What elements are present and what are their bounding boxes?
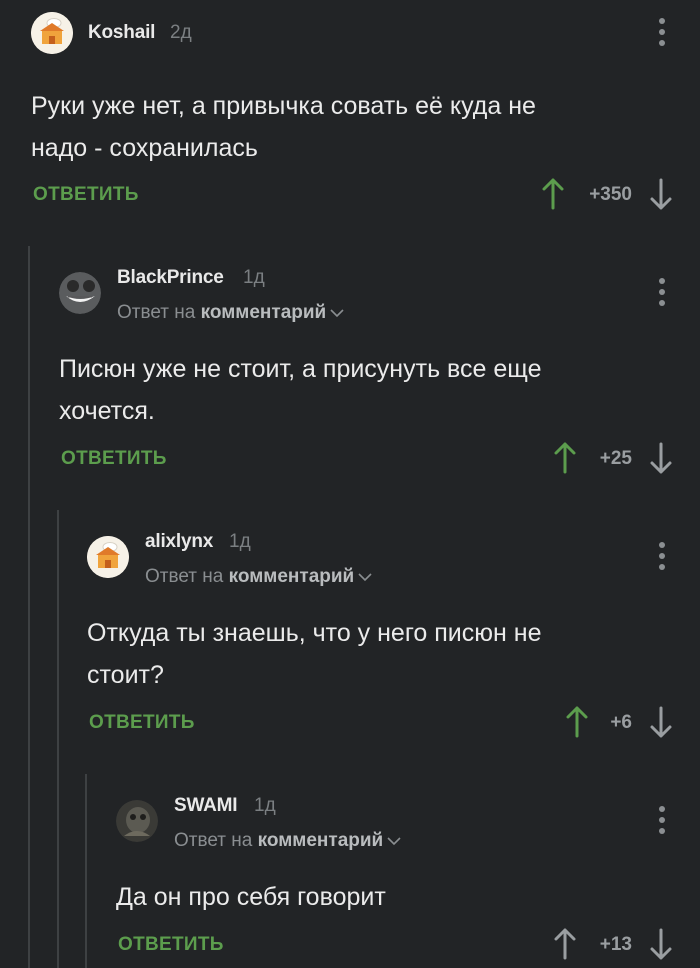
arrow-up-icon[interactable] bbox=[564, 704, 590, 740]
reply-button[interactable]: ОТВЕТИТЬ bbox=[118, 934, 224, 956]
reply-button[interactable]: ОТВЕТИТЬ bbox=[61, 448, 167, 470]
comment-rating: +350 bbox=[536, 176, 676, 216]
chevron-down-icon[interactable] bbox=[330, 302, 344, 324]
reply-to-link[interactable]: Ответ на комментарий bbox=[174, 830, 401, 852]
comment-text-line: Да он про себя говорит bbox=[116, 883, 386, 911]
comment-text-line: стоит? bbox=[87, 661, 164, 689]
comment-swami: SWAMI 1д Ответ на комментарий Да он про … bbox=[0, 790, 700, 968]
comment-time: 1д bbox=[254, 795, 276, 816]
comment-blackprince: BlackPrince 1д Ответ на комментарий Писю… bbox=[0, 262, 700, 492]
chef-house-avatar[interactable] bbox=[87, 536, 129, 578]
chevron-down-icon[interactable] bbox=[358, 566, 372, 588]
score-value: +25 bbox=[599, 448, 632, 469]
reply-to-prefix: Ответ на bbox=[145, 566, 224, 588]
reply-button[interactable]: ОТВЕТИТЬ bbox=[89, 712, 195, 734]
dark-photo-avatar[interactable] bbox=[116, 800, 158, 842]
comment-author[interactable]: BlackPrince bbox=[117, 267, 224, 289]
chevron-down-icon[interactable] bbox=[387, 830, 401, 852]
comment-text-line: Руки уже нет, а привычка совать её куда … bbox=[31, 92, 536, 120]
comment-author[interactable]: SWAMI bbox=[174, 795, 238, 817]
comment-rating: +25 bbox=[536, 440, 676, 480]
more-menu-icon[interactable] bbox=[654, 542, 670, 574]
arrow-down-icon[interactable] bbox=[648, 176, 674, 212]
comment-text-line: Писюн уже не стоит, а присунуть все еще bbox=[59, 355, 542, 383]
reply-to-link[interactable]: Ответ на комментарий bbox=[145, 566, 372, 588]
reply-to-target[interactable]: комментарий bbox=[229, 566, 355, 587]
arrow-down-icon[interactable] bbox=[648, 704, 674, 740]
arrow-down-icon[interactable] bbox=[648, 926, 674, 962]
more-menu-icon[interactable] bbox=[654, 18, 670, 50]
comment-author[interactable]: alixlynx bbox=[145, 531, 213, 553]
reply-to-target[interactable]: комментарий bbox=[258, 830, 384, 851]
arrow-up-icon[interactable] bbox=[552, 440, 578, 476]
comment-author[interactable]: Koshail bbox=[88, 22, 155, 44]
reply-to-link[interactable]: Ответ на комментарий bbox=[117, 302, 344, 324]
comment-text-line: хочется. bbox=[59, 397, 155, 425]
score-value: +6 bbox=[610, 712, 632, 733]
score-value: +13 bbox=[599, 934, 632, 955]
comment-body: Руки уже нет, а привычка совать её куда … bbox=[31, 85, 536, 169]
arrow-up-icon[interactable] bbox=[540, 176, 566, 212]
comment-body: Да он про себя говорит bbox=[116, 876, 386, 918]
comment-time: 1д bbox=[229, 531, 251, 552]
score-value: +350 bbox=[589, 184, 632, 205]
reply-to-prefix: Ответ на bbox=[117, 302, 196, 324]
comment-rating: +6 bbox=[536, 704, 676, 744]
reply-to-target[interactable]: комментарий bbox=[201, 302, 327, 323]
comment-text-line: надо - сохранилась bbox=[31, 134, 258, 162]
reply-to-prefix: Ответ на bbox=[174, 830, 253, 852]
arrow-up-icon[interactable] bbox=[552, 926, 578, 962]
comment-koshail: Koshail 2д Руки уже нет, а привычка сова… bbox=[0, 0, 700, 230]
comment-time: 2д bbox=[170, 22, 192, 43]
comment-text-line: Откуда ты знаешь, что у него писюн не bbox=[87, 619, 542, 647]
comment-body: Откуда ты знаешь, что у него писюн не ст… bbox=[87, 612, 541, 696]
more-menu-icon[interactable] bbox=[654, 278, 670, 310]
comment-time: 1д bbox=[243, 267, 265, 288]
comment-rating: +13 bbox=[536, 926, 676, 966]
comment-body: Писюн уже не стоит, а присунуть все еще … bbox=[59, 348, 541, 432]
chef-house-avatar[interactable] bbox=[31, 12, 73, 54]
grin-face-avatar[interactable] bbox=[59, 272, 101, 314]
reply-button[interactable]: ОТВЕТИТЬ bbox=[33, 184, 139, 206]
arrow-down-icon[interactable] bbox=[648, 440, 674, 476]
comment-alixlynx: alixlynx 1д Ответ на комментарий Откуда … bbox=[0, 526, 700, 756]
more-menu-icon[interactable] bbox=[654, 806, 670, 838]
